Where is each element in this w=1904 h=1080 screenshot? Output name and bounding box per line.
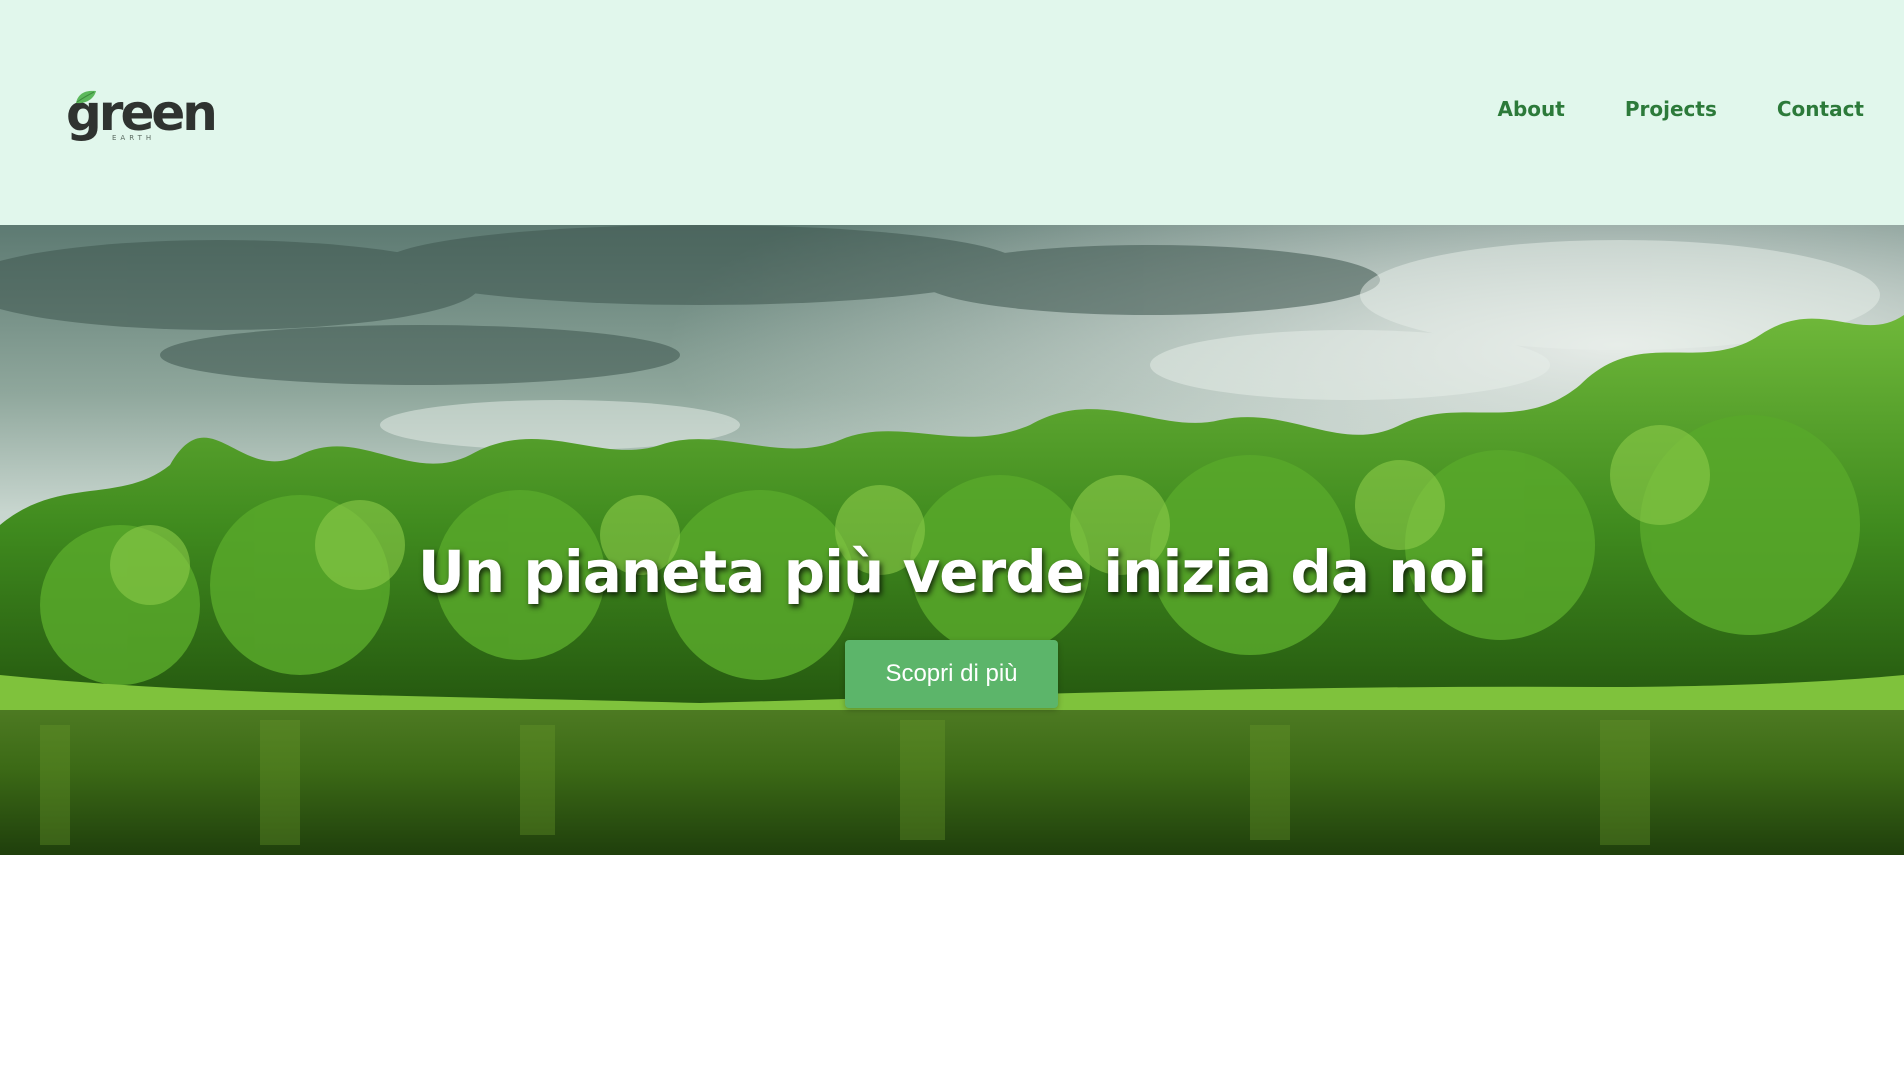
leaf-icon (76, 90, 96, 104)
nav-link-about[interactable]: About (1498, 97, 1565, 121)
nav-link-contact[interactable]: Contact (1777, 97, 1864, 121)
logo-subtitle: EARTH (112, 134, 156, 142)
nav-link-projects[interactable]: Projects (1625, 97, 1717, 121)
hero-section: Un pianeta più verde inizia da noi Scopr… (0, 225, 1904, 855)
main-nav: About Projects Contact (1498, 97, 1865, 121)
logo[interactable]: green EARTH (66, 88, 218, 148)
hero-title: Un pianeta più verde inizia da noi (417, 538, 1487, 606)
site-header: green EARTH About Projects Contact (0, 0, 1904, 225)
learn-more-button[interactable]: Scopri di più (845, 640, 1058, 708)
